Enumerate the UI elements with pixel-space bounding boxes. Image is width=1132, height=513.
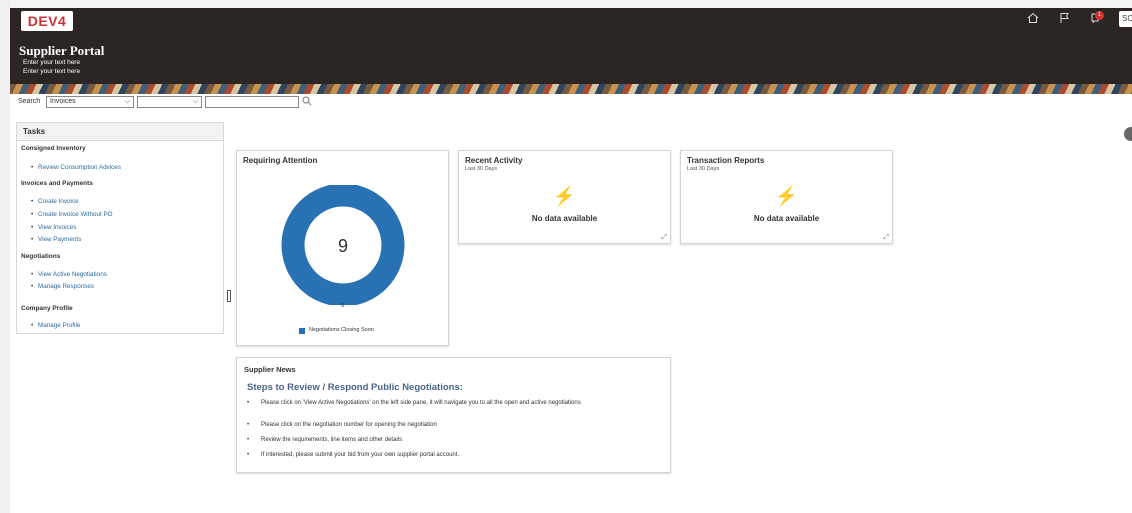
app-header	[10, 8, 1132, 86]
task-link-create-invoice[interactable]: Create Invoice	[31, 198, 79, 205]
recent-activity-subtitle: Last 30 Days	[465, 166, 498, 172]
task-section-consigned-inventory: Consigned Inventory	[21, 145, 86, 152]
legend-label: Negotiations Closing Soon	[309, 327, 374, 333]
top-strip	[0, 0, 1132, 8]
transaction-reports-card: Transaction Reports Last 30 Days ⚡ No da…	[680, 150, 893, 244]
search-category-select[interactable]: Invoices ⌵	[46, 96, 134, 108]
lightning-icon: ⚡	[775, 186, 798, 206]
search-attribute-select[interactable]: ⌵	[137, 96, 202, 108]
page-title: Supplier Portal	[19, 43, 105, 58]
home-icon[interactable]	[1026, 12, 1040, 26]
chevron-down-icon: ⌵	[192, 98, 198, 105]
recent-activity-card: Recent Activity Last 30 Days ⚡ No data a…	[458, 150, 671, 244]
news-item: If interested, please submit your bid fr…	[247, 452, 591, 459]
notification-count-badge: 1	[1095, 11, 1104, 20]
flag-icon[interactable]	[1058, 12, 1072, 26]
donut-chart[interactable]: 9	[279, 185, 409, 305]
task-section-company-profile: Company Profile	[21, 305, 73, 312]
supplier-news-heading: Steps to Review / Respond Public Negotia…	[247, 382, 463, 393]
news-item: Review the requirements, line items and …	[247, 437, 591, 444]
donut-center-value: 9	[338, 236, 348, 256]
legend-swatch	[299, 328, 305, 334]
task-link-manage-responses[interactable]: Manage Responses	[31, 283, 94, 290]
expand-icon[interactable]: ⤢	[883, 234, 889, 242]
user-menu[interactable]: SC	[1119, 11, 1132, 27]
transaction-reports-empty: No data available	[753, 214, 820, 223]
supplier-news-card: Supplier News Steps to Review / Respond …	[236, 357, 671, 473]
task-link-view-invoices[interactable]: View Invoices	[31, 224, 76, 231]
task-link-create-invoice-without-po[interactable]: Create Invoice Without PO	[31, 211, 113, 218]
task-link-view-payments[interactable]: View Payments	[31, 236, 81, 243]
header-subtitle-line-2: Enter your text here	[23, 68, 81, 75]
requiring-attention-title: Requiring Attention	[243, 156, 318, 165]
task-section-invoices-payments: Invoices and Payments	[21, 180, 93, 187]
transaction-reports-subtitle: Last 30 Days	[687, 166, 720, 172]
environment-badge: DEV4	[21, 11, 73, 31]
supplier-news-title: Supplier News	[244, 365, 296, 374]
expand-icon[interactable]: ⤢	[661, 234, 667, 242]
search-icon[interactable]	[302, 96, 312, 108]
task-link-view-active-negotiations[interactable]: View Active Negotiations	[31, 271, 107, 278]
lightning-icon: ⚡	[553, 186, 576, 206]
search-category-value: Invoices	[50, 98, 76, 105]
transaction-reports-title: Transaction Reports	[687, 156, 765, 165]
search-input[interactable]	[205, 96, 299, 108]
panel-splitter-handle[interactable]	[227, 290, 231, 302]
requiring-attention-card: Requiring Attention 9 9 Negotiations Clo…	[236, 150, 449, 346]
donut-value-label: 9	[340, 303, 345, 309]
chevron-down-icon: ⌵	[124, 98, 130, 105]
header-subtitle-line-1: Enter your text here	[23, 59, 81, 66]
news-item: Please click on 'View Active Negotiation…	[247, 400, 591, 407]
side-panel-toggle-icon[interactable]	[1124, 127, 1132, 141]
left-strip	[0, 0, 10, 513]
task-section-negotiations: Negotiations	[21, 253, 61, 260]
header-banner-image	[10, 84, 1132, 94]
tasks-panel: Tasks Consigned Inventory Review Consump…	[16, 122, 224, 334]
news-item: Please click on the negotiation number f…	[247, 422, 591, 429]
search-label: Search	[18, 98, 41, 105]
recent-activity-empty: No data available	[531, 214, 598, 223]
recent-activity-title: Recent Activity	[465, 156, 523, 165]
tasks-panel-title: Tasks	[17, 123, 223, 141]
task-link-review-consumption-advices[interactable]: Review Consumption Advices	[31, 164, 121, 171]
task-link-manage-profile[interactable]: Manage Profile	[31, 322, 80, 329]
